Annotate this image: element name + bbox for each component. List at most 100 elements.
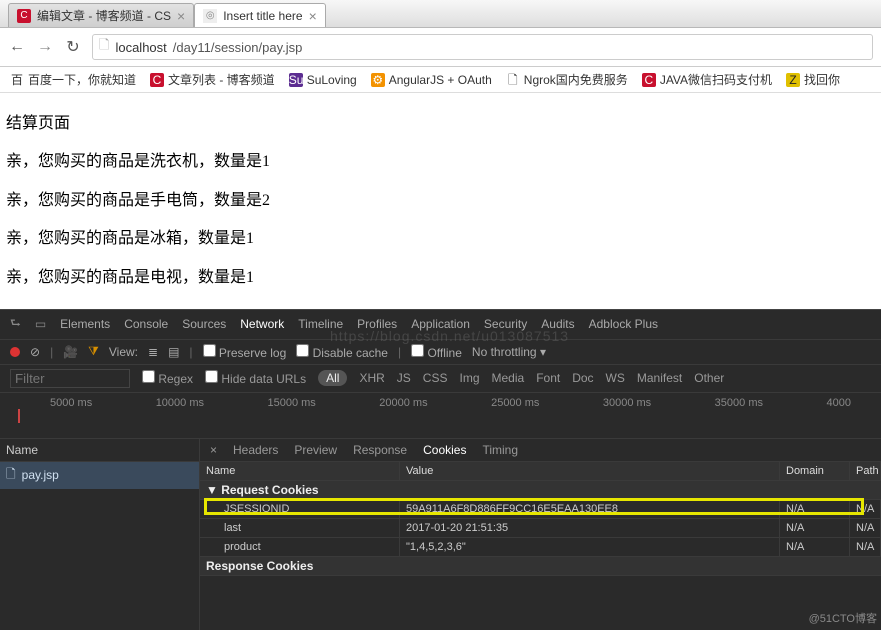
bookmark-label: 找回你 — [804, 71, 840, 88]
capture-icon[interactable]: 🎥 — [63, 345, 78, 359]
filter-input[interactable] — [10, 369, 130, 388]
request-name: pay.jsp — [22, 468, 59, 482]
devtools-tab-timeline[interactable]: Timeline — [298, 317, 343, 331]
devtools-tab-profiles[interactable]: Profiles — [357, 317, 397, 331]
devtools-panel: ⮑ ▭ Elements Console Sources Network Timelin… — [0, 309, 881, 630]
record-button[interactable] — [10, 347, 20, 357]
bookmark-label: AngularJS + OAuth — [389, 73, 492, 87]
devtools-tab-network[interactable]: Network — [240, 317, 284, 331]
detail-tab-response[interactable]: Response — [353, 443, 407, 457]
disable-cache-checkbox[interactable]: Disable cache — [296, 344, 388, 360]
clear-icon[interactable]: ⊘ — [30, 345, 40, 359]
cookie-row[interactable]: product"1,4,5,2,3,6"N/AN/A — [200, 538, 881, 557]
hide-urls-checkbox[interactable]: Hide data URLs — [205, 370, 306, 386]
bookmark-item[interactable]: C 文章列表 - 博客频道 — [150, 71, 275, 88]
forward-button[interactable]: → — [36, 38, 54, 56]
network-filter-bar: Regex Hide data URLs All XHR JS CSS Img Medi… — [0, 365, 881, 393]
timeline-tick: 5000 ms — [50, 397, 92, 409]
filter-icon[interactable]: ⧩ — [88, 344, 99, 359]
devtools-tab-elements[interactable]: Elements — [60, 317, 110, 331]
tab-title: Insert title here — [223, 9, 302, 23]
devtools-tab-adblock plus[interactable]: Adblock Plus — [589, 317, 658, 331]
timeline-tick: 20000 ms — [379, 397, 427, 409]
bookmarks-bar: 百百度一下，你就知道 C 文章列表 - 博客频道 SuSuLoving ⚙Angular… — [0, 67, 881, 93]
cookie-path: N/A — [850, 500, 881, 519]
bookmark-item[interactable]: ⚙AngularJS + OAuth — [371, 73, 492, 87]
filter-media[interactable]: Media — [492, 371, 525, 385]
bookmark-item[interactable]: 百百度一下，你就知道 — [10, 71, 136, 88]
detail-tab-preview[interactable]: Preview — [294, 443, 337, 457]
url-field[interactable]: 🗋 localhost/day11/session/pay.jsp — [92, 34, 873, 60]
network-toolbar: ⊘ | 🎥 ⧩ View: ≣ ▤ | Preserve log Disable… — [0, 340, 881, 365]
devtools-tab-security[interactable]: Security — [484, 317, 527, 331]
detail-tab-timing[interactable]: Timing — [482, 443, 518, 457]
tab-active[interactable]: ◎ Insert title here × — [194, 3, 326, 27]
cookie-domain: N/A — [780, 519, 850, 538]
view-large-icon[interactable]: ▤ — [168, 345, 179, 359]
page-content: 结算页面 亲，您购买的商品是洗衣机，数量是1亲，您购买的商品是手电筒，数量是2亲… — [0, 93, 881, 309]
inspect-icon[interactable]: ⮑ — [10, 314, 21, 335]
cookie-row[interactable]: last2017-01-20 21:51:35N/AN/A — [200, 519, 881, 538]
cookies-table: Name Value Domain Path ▼ Request Cookies… — [200, 462, 881, 630]
reload-button[interactable]: ↻ — [64, 37, 82, 57]
col-name: Name — [200, 462, 400, 481]
request-list: Name 🗋 pay.jsp — [0, 439, 200, 630]
view-label: View: — [109, 345, 138, 359]
response-cookies-group[interactable]: Response Cookies — [200, 557, 881, 576]
timeline-marker — [18, 409, 20, 423]
device-icon[interactable]: ▭ — [35, 317, 46, 331]
file-icon: 🗋 — [6, 465, 16, 486]
request-cookies-group[interactable]: ▼ Request Cookies — [200, 481, 881, 500]
tab-inactive[interactable]: C 编辑文章 - 博客频道 - CS × — [8, 3, 194, 27]
request-list-header: Name — [0, 439, 199, 462]
bookmark-item[interactable]: CJAVA微信扫码支付机 — [642, 71, 772, 88]
timeline-tick: 15000 ms — [267, 397, 315, 409]
bookmark-item[interactable]: 🗋Ngrok国内免费服务 — [506, 71, 628, 88]
cookie-value: 2017-01-20 21:51:35 — [400, 519, 780, 538]
cookie-path: N/A — [850, 538, 881, 557]
bookmark-item[interactable]: Z找回你 — [786, 71, 840, 88]
url-host: localhost — [115, 40, 166, 55]
close-icon[interactable]: × — [177, 8, 185, 24]
request-detail: × Headers Preview Response Cookies Timing Na… — [200, 439, 881, 630]
filter-all[interactable]: All — [318, 370, 347, 386]
close-icon[interactable]: × — [309, 8, 317, 24]
bookmark-icon: C — [150, 73, 164, 87]
network-timeline[interactable]: 5000 ms10000 ms15000 ms20000 ms25000 ms3… — [0, 393, 881, 439]
filter-js[interactable]: JS — [397, 371, 411, 385]
col-domain: Domain — [780, 462, 850, 481]
bookmark-icon: C — [642, 73, 656, 87]
back-button[interactable]: ← — [8, 38, 26, 56]
close-detail-icon[interactable]: × — [210, 443, 217, 457]
cookie-name: product — [200, 538, 400, 557]
devtools-tab-application[interactable]: Application — [411, 317, 470, 331]
bookmark-label: SuLoving — [307, 73, 357, 87]
devtools-tab-sources[interactable]: Sources — [182, 317, 226, 331]
cookie-row[interactable]: JSESSIONID59A911A6F8D886FF9CC16E5EAA130E… — [200, 500, 881, 519]
filter-xhr[interactable]: XHR — [359, 371, 384, 385]
tab-title: 编辑文章 - 博客频道 - CS — [37, 7, 171, 24]
filter-img[interactable]: Img — [459, 371, 479, 385]
preserve-log-checkbox[interactable]: Preserve log — [203, 344, 287, 360]
request-row[interactable]: 🗋 pay.jsp — [0, 462, 199, 489]
devtools-tab-console[interactable]: Console — [124, 317, 168, 331]
view-list-icon[interactable]: ≣ — [148, 345, 158, 359]
purchase-line: 亲，您购买的商品是电视，数量是1 — [6, 259, 875, 297]
offline-checkbox[interactable]: Offline — [411, 344, 462, 360]
bookmark-item[interactable]: SuSuLoving — [289, 73, 357, 87]
filter-manifest[interactable]: Manifest — [637, 371, 682, 385]
bookmark-label: 百度一下，你就知道 — [28, 71, 136, 88]
filter-doc[interactable]: Doc — [572, 371, 593, 385]
filter-other[interactable]: Other — [694, 371, 724, 385]
regex-checkbox[interactable]: Regex — [142, 370, 193, 386]
bookmark-label: 文章列表 - 博客频道 — [168, 71, 275, 88]
throttling-select[interactable]: No throttling ▾ — [472, 345, 546, 359]
detail-tab-cookies[interactable]: Cookies — [423, 443, 466, 457]
filter-font[interactable]: Font — [536, 371, 560, 385]
detail-tab-headers[interactable]: Headers — [233, 443, 278, 457]
purchase-line: 亲，您购买的商品是洗衣机，数量是1 — [6, 143, 875, 181]
devtools-tab-audits[interactable]: Audits — [541, 317, 574, 331]
filter-ws[interactable]: WS — [606, 371, 625, 385]
filter-css[interactable]: CSS — [423, 371, 448, 385]
browser-tabstrip: C 编辑文章 - 博客频道 - CS × ◎ Insert title here… — [0, 0, 881, 28]
